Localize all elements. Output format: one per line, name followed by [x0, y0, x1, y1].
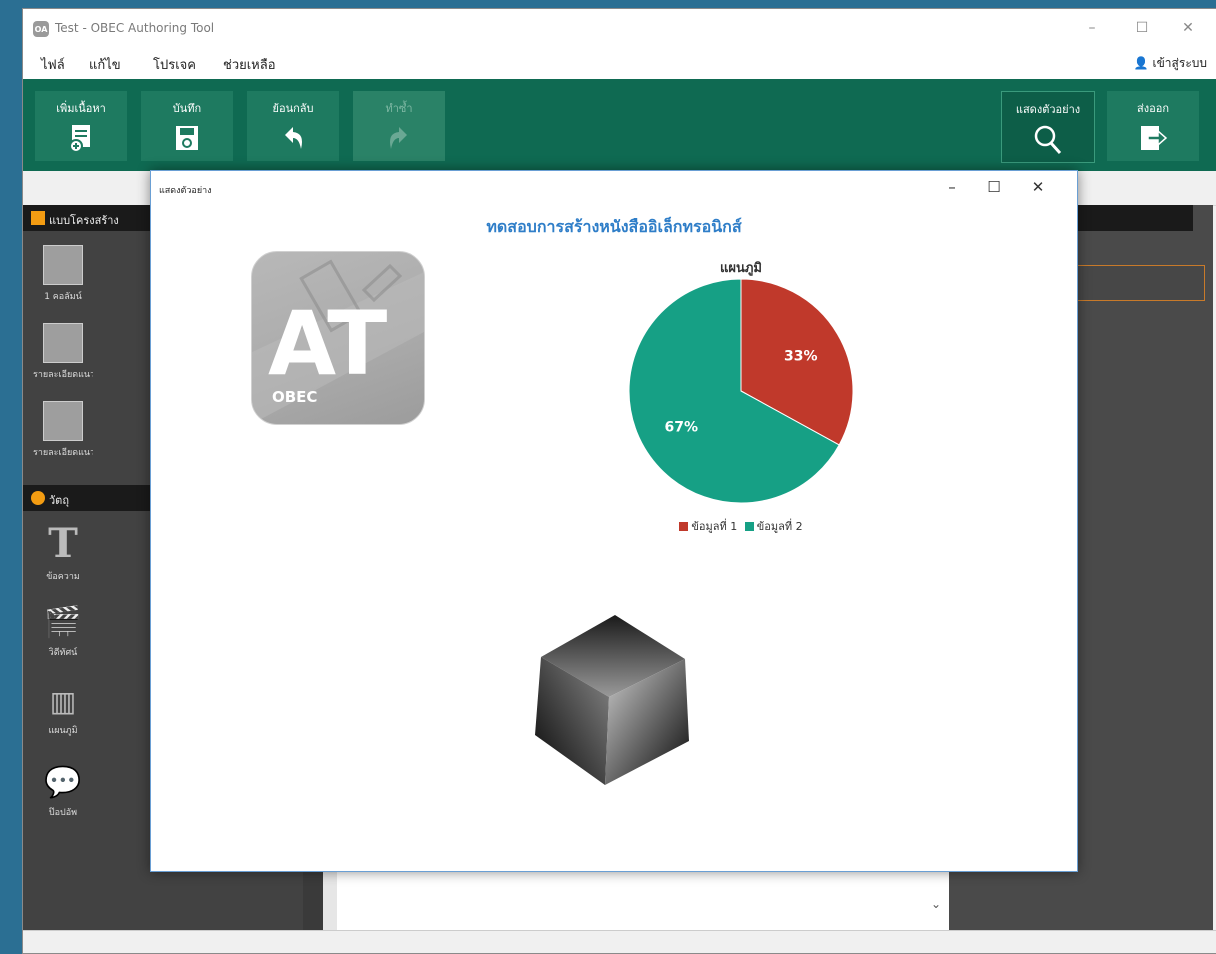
status-bar — [23, 930, 1216, 953]
preview-maximize-button[interactable]: ☐ — [977, 175, 1011, 199]
preview-dialog: แสดงตัวอย่าง – ☐ ✕ ทดสอบการสร้างหนังสืออ… — [150, 170, 1078, 872]
legend-swatch-1 — [679, 522, 689, 531]
pie-chart: แผนภูมิ 33% 67% ข้อมูลที่ 1 ข้อมูลที่ 2 — [571, 251, 911, 551]
layers-icon — [31, 491, 45, 505]
book-heading: ทดสอบการสร้างหนังสืออิเล็กทรอนิกส์ — [486, 217, 742, 236]
layout-header-label: แบบโครงสร้าง — [49, 214, 119, 227]
magnifier-icon — [1034, 125, 1062, 155]
logo-letters: AT — [268, 292, 387, 395]
tile-caption: วิดีทัศน์ — [48, 648, 78, 658]
pie-label-1: 33% — [784, 349, 818, 365]
login-label: เข้าสู่ระบบ — [1152, 56, 1208, 70]
object-tile-popup[interactable]: 💬 ป๊อปอัพ — [33, 765, 93, 819]
toolbar: เพิ่มเนื้อหา บันทึก ย้อนกลับ ทำซ้ำ แสดงต… — [23, 79, 1216, 171]
chevron-down-icon[interactable]: ⌄ — [931, 897, 941, 911]
obec-logo: AT OBEC — [251, 251, 425, 425]
export-label: ส่งออก — [1137, 102, 1169, 115]
cube-3d-object — [535, 615, 689, 785]
menu-edit[interactable]: แก้ไข — [89, 54, 121, 75]
close-button[interactable]: ✕ — [1173, 17, 1203, 39]
layout-vertical-icon — [43, 401, 83, 441]
window-title: Test - OBEC Authoring Tool — [55, 21, 215, 35]
minimize-button[interactable]: – — [1077, 17, 1107, 39]
legend-label-2: ข้อมูลที่ 2 — [756, 520, 803, 533]
logo-subtext: OBEC — [272, 388, 318, 406]
legend-swatch-2 — [744, 522, 754, 531]
add-content-button[interactable]: เพิ่มเนื้อหา — [35, 91, 127, 161]
menu-file[interactable]: ไฟล์ — [41, 54, 65, 75]
menu-help[interactable]: ช่วยเหลือ — [223, 54, 276, 75]
bar-chart-icon: ▥ — [49, 685, 77, 718]
floppy-disk-icon — [176, 126, 198, 150]
undo-arrow-icon — [285, 127, 302, 149]
tile-caption: 1 คอลัมน์ — [44, 292, 82, 302]
tile-caption: แผนภูมิ — [48, 726, 78, 736]
layout-tile-vertical[interactable]: รายละเอียดแนวยาว — [33, 401, 93, 459]
clapperboard-icon: 🎬 — [44, 605, 82, 640]
layout-icon — [31, 211, 45, 225]
chart-legend: ข้อมูลที่ 1 ข้อมูลที่ 2 — [571, 517, 911, 535]
login-button[interactable]: 👤 เข้าสู่ระบบ — [1134, 54, 1207, 73]
layout-horizontal-icon — [43, 323, 83, 363]
redo-arrow-icon — [390, 127, 407, 149]
objects-header-label: วัตถุ — [49, 494, 69, 507]
menu-bar: ไฟล์ แก้ไข โปรเจค ช่วยเหลือ 👤 เข้าสู่ระบ… — [23, 45, 1216, 79]
save-label: บันทึก — [172, 102, 202, 115]
title-bar: OA Test - OBEC Authoring Tool – ☐ ✕ — [23, 9, 1216, 45]
undo-button[interactable]: ย้อนกลับ — [247, 91, 339, 161]
app-icon: OA — [33, 21, 49, 37]
preview-label: แสดงตัวอย่าง — [1015, 103, 1081, 116]
object-tile-chart[interactable]: ▥ แผนภูมิ — [33, 685, 93, 737]
tile-caption: ป๊อปอัพ — [48, 808, 78, 818]
menu-project[interactable]: โปรเจค — [153, 54, 196, 75]
legend-label-1: ข้อมูลที่ 1 — [691, 520, 738, 533]
export-button[interactable]: ส่งออก — [1107, 91, 1199, 161]
tile-caption: รายละเอียดแนวนอน — [33, 370, 93, 380]
object-tile-video[interactable]: 🎬 วิดีทัศน์ — [33, 605, 93, 659]
document-page[interactable]: ⌄ — [323, 871, 949, 931]
preview-button[interactable]: แสดงตัวอย่าง — [1001, 91, 1095, 163]
speech-bubble-icon: 💬 — [44, 765, 82, 800]
export-icon — [1141, 126, 1168, 150]
tile-caption: รายละเอียดแนวยาว — [33, 448, 93, 458]
layout-1col-icon — [43, 245, 83, 285]
add-content-label: เพิ่มเนื้อหา — [56, 102, 106, 115]
layout-tile-1col[interactable]: 1 คอลัมน์ — [33, 245, 93, 303]
maximize-button[interactable]: ☐ — [1127, 17, 1157, 39]
preview-minimize-button[interactable]: – — [935, 175, 969, 199]
layout-tile-horizontal[interactable]: รายละเอียดแนวนอน — [33, 323, 93, 381]
tile-caption: ข้อความ — [46, 572, 80, 582]
add-document-icon — [69, 125, 90, 153]
pie-chart-svg: 33% 67% — [628, 278, 854, 504]
object-tile-text[interactable]: T ข้อความ — [33, 523, 93, 583]
user-icon: 👤 — [1133, 56, 1149, 70]
save-button[interactable]: บันทึก — [141, 91, 233, 161]
pie-label-2: 67% — [664, 419, 698, 435]
preview-title: แสดงตัวอย่าง — [159, 186, 212, 196]
redo-button[interactable]: ทำซ้ำ — [353, 91, 445, 161]
redo-label: ทำซ้ำ — [385, 102, 413, 115]
undo-label: ย้อนกลับ — [272, 102, 314, 115]
text-t-icon: T — [48, 520, 78, 567]
preview-close-button[interactable]: ✕ — [1021, 175, 1055, 199]
